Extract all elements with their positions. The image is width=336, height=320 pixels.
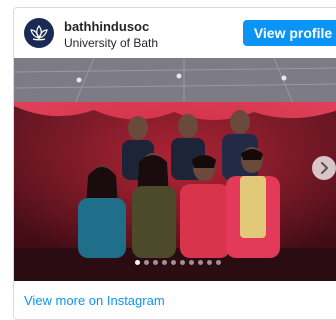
carousel-next-button[interactable] bbox=[312, 156, 336, 180]
carousel-dot bbox=[153, 260, 158, 265]
username[interactable]: bathhindusoc bbox=[64, 19, 149, 34]
instagram-embed-card: bathhindusoc University of Bath View pro… bbox=[13, 7, 336, 320]
carousel-dot bbox=[189, 260, 194, 265]
carousel-dot bbox=[162, 260, 167, 265]
post-photo[interactable] bbox=[14, 58, 336, 281]
group-photo-image bbox=[14, 58, 336, 281]
carousel-dot bbox=[216, 260, 221, 265]
view-more-link[interactable]: View more on Instagram bbox=[24, 293, 165, 308]
carousel-dot bbox=[180, 260, 185, 265]
profile-avatar[interactable] bbox=[24, 18, 54, 48]
lotus-icon bbox=[30, 24, 48, 41]
view-profile-button[interactable]: View profile bbox=[243, 20, 336, 46]
post-header: bathhindusoc University of Bath View pro… bbox=[14, 8, 336, 58]
carousel-dot bbox=[171, 260, 176, 265]
carousel-dot bbox=[144, 260, 149, 265]
chevron-right-icon bbox=[321, 162, 328, 174]
post-footer: View more on Instagram bbox=[14, 281, 336, 319]
carousel-dot bbox=[135, 260, 140, 265]
carousel-dot bbox=[198, 260, 203, 265]
location: University of Bath bbox=[64, 36, 159, 50]
carousel-dot bbox=[207, 260, 212, 265]
